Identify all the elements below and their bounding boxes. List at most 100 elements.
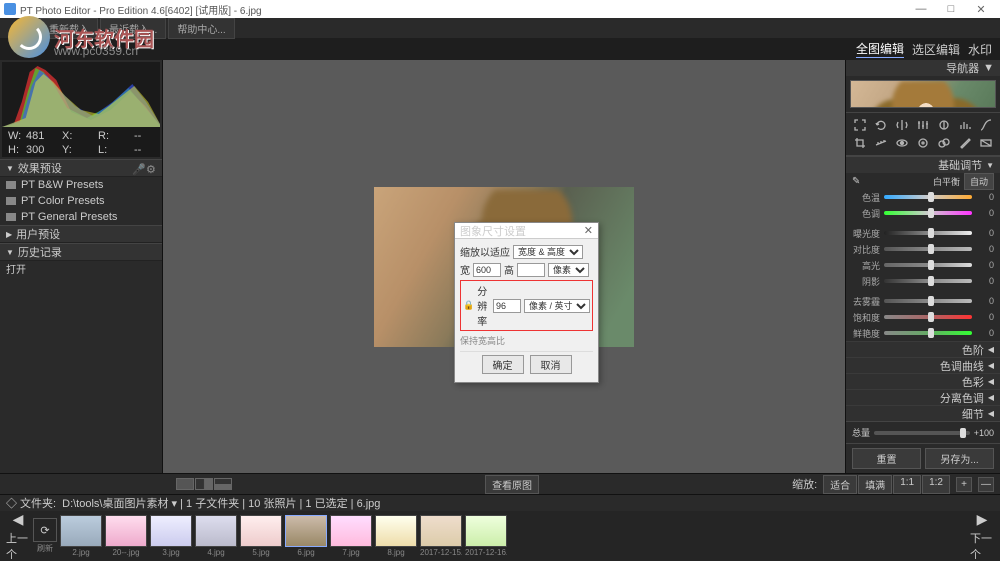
res-unit-select[interactable]: 像素 / 英寸 — [524, 299, 590, 313]
navigator-header[interactable]: 导航器▼ — [846, 60, 1000, 76]
thumbnail[interactable]: 2017-12-16.7... — [465, 515, 507, 557]
window-min-button[interactable]: — — [906, 3, 936, 15]
path-text[interactable]: D:\tools\桌面图片素材 ▾ | 1 子文件夹 | 10 张照片 | 1 … — [62, 495, 380, 511]
mode-region-edit[interactable]: 选区编辑 — [912, 41, 960, 58]
chevron-down-icon: ▼ — [986, 161, 994, 170]
gear-icon[interactable]: ⚙ — [146, 163, 156, 173]
saveas-button[interactable]: 另存为... — [925, 448, 994, 469]
section-header[interactable]: 色彩◀ — [846, 373, 1000, 389]
slider-色温: 色温0 — [846, 189, 1000, 205]
folder-icon — [6, 197, 16, 205]
slider-track[interactable] — [884, 331, 972, 335]
top-tab[interactable]: 重新载入 — [40, 18, 98, 39]
left-panel: W:481 X: R:-- H:300 Y: L:-- ▼ 效果预设 🎤 ⚙ P… — [0, 60, 163, 473]
dialog-close-button[interactable]: ✕ — [584, 224, 593, 237]
histogram: W:481 X: R:-- H:300 Y: L:-- — [2, 62, 160, 157]
zoom-12-button[interactable]: 1:2 — [922, 475, 950, 494]
zoom-out-button[interactable]: — — [978, 477, 994, 492]
app-icon — [4, 3, 16, 15]
hist-r: -- — [134, 130, 146, 142]
thumbnail[interactable]: 2.jpg — [60, 515, 102, 557]
chevron-left-icon: ◀ — [988, 377, 994, 386]
mode-full-edit[interactable]: 全图编辑 — [856, 40, 904, 58]
view-original-button[interactable]: 查看原图 — [485, 475, 539, 494]
slider-track[interactable] — [884, 247, 972, 251]
thumbnail[interactable]: 7.jpg — [330, 515, 372, 557]
layout-single-icon[interactable] — [176, 478, 194, 490]
slider-track[interactable] — [884, 263, 972, 267]
clone-icon[interactable] — [935, 135, 954, 151]
reset-button[interactable]: 重置 — [852, 448, 921, 469]
history-item[interactable]: 打开 — [0, 261, 162, 277]
redeye-icon[interactable] — [892, 135, 911, 151]
straighten-icon[interactable] — [871, 135, 890, 151]
chevron-right-icon: ▶ — [6, 230, 12, 239]
preset-item[interactable]: PT B&W Presets — [0, 177, 162, 193]
slider-track[interactable] — [884, 211, 972, 215]
slider-track[interactable] — [884, 231, 972, 235]
sliders-icon[interactable] — [913, 117, 932, 133]
section-header[interactable]: 色阶◀ — [846, 341, 1000, 357]
rotate-icon[interactable] — [871, 117, 890, 133]
target-icon[interactable] — [913, 135, 932, 151]
basic-adjust-header[interactable]: 基础调节▼ — [846, 156, 1000, 173]
ok-button[interactable]: 确定 — [482, 355, 524, 374]
section-header[interactable]: 分离色调◀ — [846, 389, 1000, 405]
curve-icon[interactable] — [977, 117, 996, 133]
mode-watermark[interactable]: 水印 — [968, 41, 992, 58]
chevron-left-icon: ◀ — [988, 361, 994, 370]
tone-icon[interactable] — [935, 117, 954, 133]
section-header[interactable]: 细节◀ — [846, 405, 1000, 421]
section-header[interactable]: 色调曲线◀ — [846, 357, 1000, 373]
zoom-fit-button[interactable]: 适合 — [823, 475, 857, 494]
size-unit-select[interactable]: 像素 — [548, 263, 589, 277]
slider-track[interactable] — [884, 279, 972, 283]
brush-icon[interactable] — [956, 135, 975, 151]
layout-split-h-icon[interactable] — [195, 478, 213, 490]
expand-icon[interactable] — [850, 117, 869, 133]
zoom-11-button[interactable]: 1:1 — [893, 475, 921, 494]
top-tab-bar: 重新载入 最近载入... 帮助中心... — [0, 18, 1000, 38]
cancel-button[interactable]: 取消 — [530, 355, 572, 374]
width-input[interactable] — [473, 263, 501, 277]
top-tab[interactable]: 最近载入... — [100, 18, 166, 39]
next-image-button[interactable]: ▶下一个 — [970, 518, 994, 554]
history-header[interactable]: ▼历史记录 — [0, 243, 162, 261]
gradient-icon[interactable] — [977, 135, 996, 151]
zoom-in-button[interactable]: + — [956, 477, 972, 492]
preset-item[interactable]: PT General Presets — [0, 209, 162, 225]
preset-item[interactable]: PT Color Presets — [0, 193, 162, 209]
dialog-titlebar[interactable]: 图象尺寸设置 ✕ — [455, 223, 598, 239]
window-max-button[interactable]: □ — [936, 3, 966, 15]
window-close-button[interactable]: ✕ — [966, 3, 996, 16]
effects-header[interactable]: ▼ 效果预设 🎤 ⚙ — [0, 159, 162, 177]
thumbnail[interactable]: 6.jpg — [285, 515, 327, 557]
top-tab[interactable]: 帮助中心... — [168, 18, 234, 39]
slider-去雾霾: 去雾霾0 — [846, 293, 1000, 309]
thumbnail[interactable]: 5.jpg — [240, 515, 282, 557]
slider-track[interactable] — [884, 195, 972, 199]
lock-icon[interactable]: 🔒 — [463, 300, 474, 311]
zoom-fill-button[interactable]: 填满 — [858, 475, 892, 494]
total-slider[interactable] — [874, 431, 970, 435]
resolution-input[interactable] — [493, 299, 521, 313]
thumbnail[interactable]: 2017-12-15.18... — [420, 515, 462, 557]
thumbnail[interactable]: 3.jpg — [150, 515, 192, 557]
layout-split-v-icon[interactable] — [214, 478, 232, 490]
thumbnail[interactable]: 20--.jpg — [105, 515, 147, 557]
thumbnail[interactable]: 4.jpg — [195, 515, 237, 557]
levels-icon[interactable] — [956, 117, 975, 133]
crop-icon[interactable] — [850, 135, 869, 151]
refresh-button[interactable]: ⟳刷新 — [33, 518, 57, 554]
height-input[interactable] — [517, 263, 545, 277]
user-presets-header[interactable]: ▶用户预设 — [0, 225, 162, 243]
mic-icon[interactable]: 🎤 — [132, 163, 142, 173]
auto-wb-button[interactable]: 自动 — [964, 173, 994, 190]
slider-track[interactable] — [884, 315, 972, 319]
prev-image-button[interactable]: ◀上一个 — [6, 518, 30, 554]
scale-mode-select[interactable]: 宽度 & 高度 — [513, 245, 583, 259]
slider-track[interactable] — [884, 299, 972, 303]
thumbnail[interactable]: 8.jpg — [375, 515, 417, 557]
navigator-thumbnail[interactable] — [850, 80, 996, 108]
flip-icon[interactable] — [892, 117, 911, 133]
